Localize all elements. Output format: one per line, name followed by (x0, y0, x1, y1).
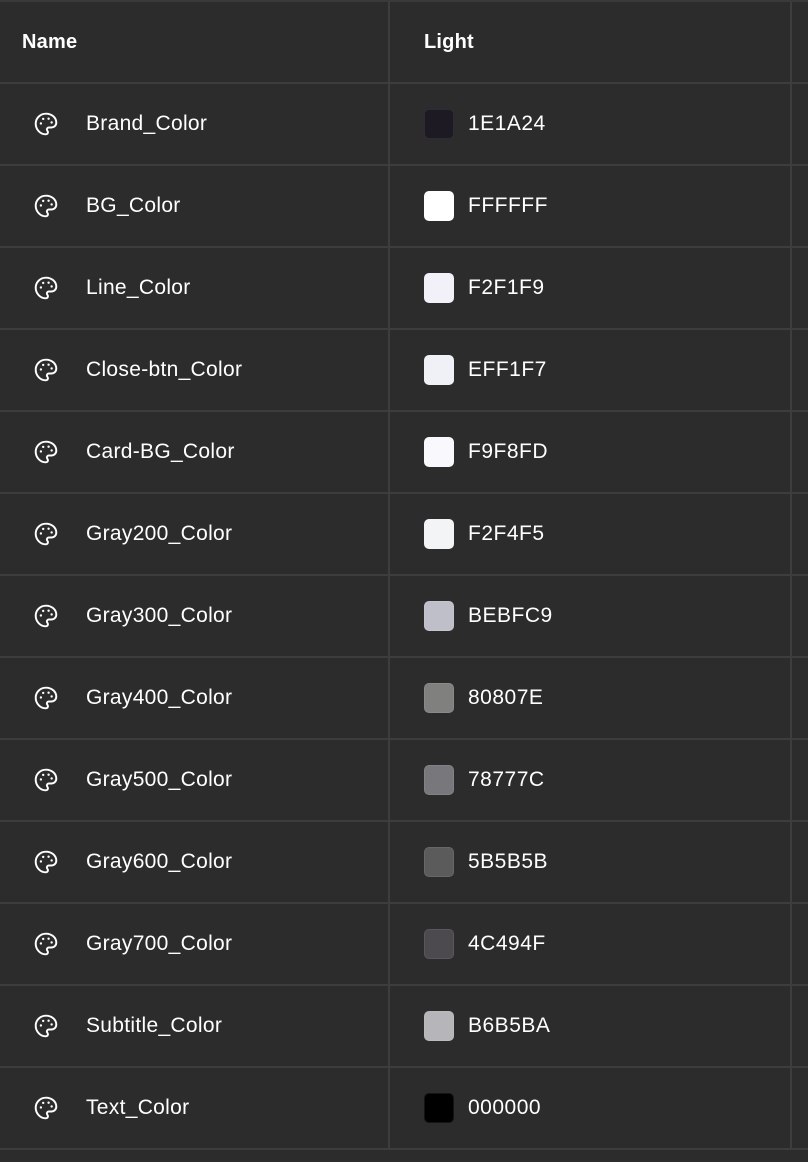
table-row[interactable]: Text_Color 000000 (0, 1068, 808, 1150)
name-cell[interactable]: BG_Color (0, 166, 390, 246)
palette-icon (31, 683, 61, 713)
column-header-light[interactable]: Light (390, 2, 792, 82)
color-name-label: Brand_Color (86, 112, 208, 135)
column-header-name-label: Name (22, 30, 78, 53)
table-row[interactable]: Card-BG_Color F9F8FD (0, 412, 808, 494)
color-swatch[interactable] (424, 109, 454, 139)
light-value-cell[interactable]: F9F8FD (390, 412, 792, 492)
table-body: Brand_Color 1E1A24 BG_Color FFFFFF Line_… (0, 84, 808, 1150)
table-row[interactable]: Line_Color F2F1F9 (0, 248, 808, 330)
color-swatch[interactable] (424, 765, 454, 795)
palette-icon (31, 601, 61, 631)
light-value-cell[interactable]: 5B5B5B (390, 822, 792, 902)
palette-icon (31, 519, 61, 549)
palette-icon (31, 437, 61, 467)
table-row[interactable]: Gray500_Color 78777C (0, 740, 808, 822)
color-tokens-table: Name Light Brand_Color 1E1A24 BG_Color F… (0, 0, 808, 1162)
palette-icon (31, 355, 61, 385)
column-header-light-label: Light (424, 30, 474, 53)
color-hex-value: B6B5BA (468, 1014, 551, 1037)
light-value-cell[interactable]: 4C494F (390, 904, 792, 984)
color-swatch[interactable] (424, 1011, 454, 1041)
color-swatch[interactable] (424, 191, 454, 221)
table-row[interactable]: Brand_Color 1E1A24 (0, 84, 808, 166)
light-value-cell[interactable]: B6B5BA (390, 986, 792, 1066)
light-value-cell[interactable]: 80807E (390, 658, 792, 738)
color-hex-value: F9F8FD (468, 440, 549, 463)
color-name-label: Gray300_Color (86, 604, 233, 627)
name-cell[interactable]: Close-btn_Color (0, 330, 390, 410)
color-name-label: Close-btn_Color (86, 358, 243, 381)
color-hex-value: BEBFC9 (468, 604, 553, 627)
color-name-label: Card-BG_Color (86, 440, 235, 463)
table-header-row: Name Light (0, 2, 808, 84)
light-value-cell[interactable]: FFFFFF (390, 166, 792, 246)
color-swatch[interactable] (424, 683, 454, 713)
color-swatch[interactable] (424, 1093, 454, 1123)
color-hex-value: 4C494F (468, 932, 546, 955)
palette-icon (31, 1093, 61, 1123)
light-value-cell[interactable]: 1E1A24 (390, 84, 792, 164)
table-row[interactable]: Gray400_Color 80807E (0, 658, 808, 740)
color-name-label: Gray200_Color (86, 522, 233, 545)
table-row[interactable]: BG_Color FFFFFF (0, 166, 808, 248)
color-hex-value: F2F1F9 (468, 276, 545, 299)
color-hex-value: 78777C (468, 768, 545, 791)
color-swatch[interactable] (424, 929, 454, 959)
color-name-label: Gray500_Color (86, 768, 233, 791)
name-cell[interactable]: Gray700_Color (0, 904, 390, 984)
color-name-label: Subtitle_Color (86, 1014, 223, 1037)
palette-icon (31, 765, 61, 795)
palette-icon (31, 109, 61, 139)
light-value-cell[interactable]: 78777C (390, 740, 792, 820)
palette-icon (31, 1011, 61, 1041)
palette-icon (31, 929, 61, 959)
color-hex-value: F2F4F5 (468, 522, 545, 545)
color-swatch[interactable] (424, 519, 454, 549)
name-cell[interactable]: Line_Color (0, 248, 390, 328)
color-name-label: Text_Color (86, 1096, 190, 1119)
light-value-cell[interactable]: 000000 (390, 1068, 792, 1148)
table-row[interactable]: Gray200_Color F2F4F5 (0, 494, 808, 576)
light-value-cell[interactable]: EFF1F7 (390, 330, 792, 410)
name-cell[interactable]: Gray400_Color (0, 658, 390, 738)
color-name-label: Gray700_Color (86, 932, 233, 955)
name-cell[interactable]: Brand_Color (0, 84, 390, 164)
name-cell[interactable]: Text_Color (0, 1068, 390, 1148)
color-swatch[interactable] (424, 273, 454, 303)
color-hex-value: FFFFFF (468, 194, 548, 217)
color-name-label: BG_Color (86, 194, 181, 217)
color-swatch[interactable] (424, 601, 454, 631)
table-row[interactable]: Gray300_Color BEBFC9 (0, 576, 808, 658)
light-value-cell[interactable]: F2F4F5 (390, 494, 792, 574)
column-header-name[interactable]: Name (0, 2, 390, 82)
table-row[interactable]: Gray700_Color 4C494F (0, 904, 808, 986)
color-name-label: Gray600_Color (86, 850, 233, 873)
color-hex-value: 000000 (468, 1096, 542, 1119)
name-cell[interactable]: Gray500_Color (0, 740, 390, 820)
color-name-label: Line_Color (86, 276, 191, 299)
table-row[interactable]: Subtitle_Color B6B5BA (0, 986, 808, 1068)
palette-icon (31, 191, 61, 221)
table-row[interactable]: Close-btn_Color EFF1F7 (0, 330, 808, 412)
color-hex-value: EFF1F7 (468, 358, 547, 381)
color-name-label: Gray400_Color (86, 686, 233, 709)
table-row[interactable]: Gray600_Color 5B5B5B (0, 822, 808, 904)
light-value-cell[interactable]: F2F1F9 (390, 248, 792, 328)
light-value-cell[interactable]: BEBFC9 (390, 576, 792, 656)
palette-icon (31, 847, 61, 877)
name-cell[interactable]: Gray600_Color (0, 822, 390, 902)
color-hex-value: 1E1A24 (468, 112, 546, 135)
name-cell[interactable]: Gray300_Color (0, 576, 390, 656)
color-hex-value: 80807E (468, 686, 544, 709)
color-hex-value: 5B5B5B (468, 850, 549, 873)
color-swatch[interactable] (424, 437, 454, 467)
palette-icon (31, 273, 61, 303)
name-cell[interactable]: Subtitle_Color (0, 986, 390, 1066)
name-cell[interactable]: Card-BG_Color (0, 412, 390, 492)
color-swatch[interactable] (424, 355, 454, 385)
color-swatch[interactable] (424, 847, 454, 877)
name-cell[interactable]: Gray200_Color (0, 494, 390, 574)
